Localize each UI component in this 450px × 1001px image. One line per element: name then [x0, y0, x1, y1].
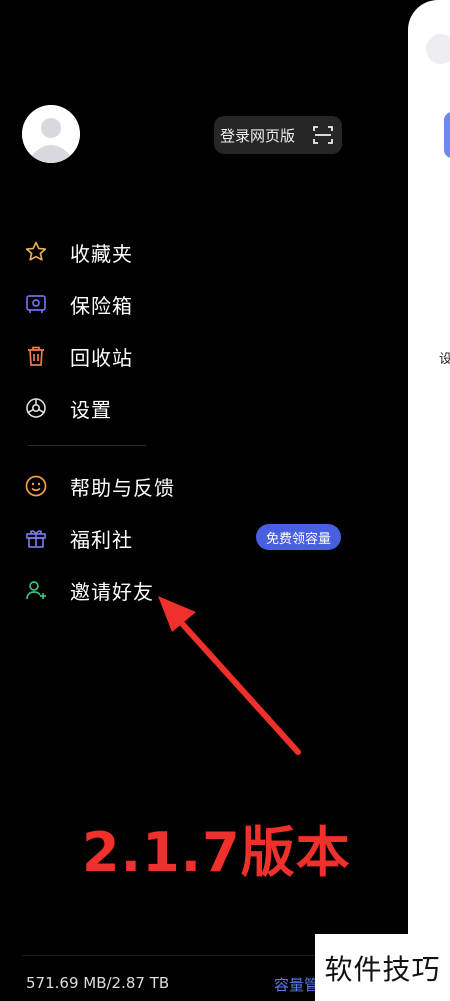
menu-divider: [28, 445, 146, 446]
menu-item-invite-friends[interactable]: 邀请好友: [22, 568, 352, 612]
avatar-placeholder-icon: [22, 105, 80, 163]
add-user-icon: [22, 576, 50, 604]
web-login-label: 登录网页版: [220, 126, 296, 145]
smiley-icon: [22, 472, 50, 500]
version-annotation: 2.1.7版本: [82, 821, 351, 884]
storage-usage: 571.69 MB/2.87 TB: [26, 974, 170, 992]
background-avatar: [426, 34, 450, 64]
watermark: 软件技巧: [315, 934, 450, 1001]
free-capacity-badge[interactable]: 免费领容量: [256, 524, 342, 550]
menu-item-safe[interactable]: 保险箱: [22, 282, 352, 326]
menu-item-label: 收藏夹: [70, 241, 133, 266]
menu-item-settings[interactable]: 设置: [22, 386, 352, 430]
star-icon: [22, 238, 50, 266]
menu-item-help-feedback[interactable]: 帮助与反馈: [22, 464, 352, 508]
menu-item-label: 邀请好友: [70, 579, 154, 604]
web-login-button[interactable]: 登录网页版: [214, 116, 342, 154]
background-text: 设: [439, 352, 450, 367]
scan-icon: [313, 126, 333, 144]
background-card: [444, 112, 450, 158]
menu-item-label: 回收站: [70, 345, 133, 370]
user-avatar[interactable]: [22, 105, 80, 163]
capacity-manage-link[interactable]: 容量管: [274, 974, 319, 995]
gear-icon: [22, 394, 50, 422]
menu-item-label: 福利社: [70, 527, 133, 552]
footer-divider: [22, 955, 322, 956]
menu-item-recycle-bin[interactable]: 回收站: [22, 334, 352, 378]
menu-item-label: 帮助与反馈: [70, 475, 175, 500]
safe-icon: [22, 290, 50, 318]
gift-icon: [22, 524, 50, 552]
menu-item-favorites[interactable]: 收藏夹: [22, 230, 352, 274]
trash-icon: [22, 342, 50, 370]
menu-item-label: 保险箱: [70, 293, 133, 318]
menu-item-label: 设置: [70, 397, 112, 422]
